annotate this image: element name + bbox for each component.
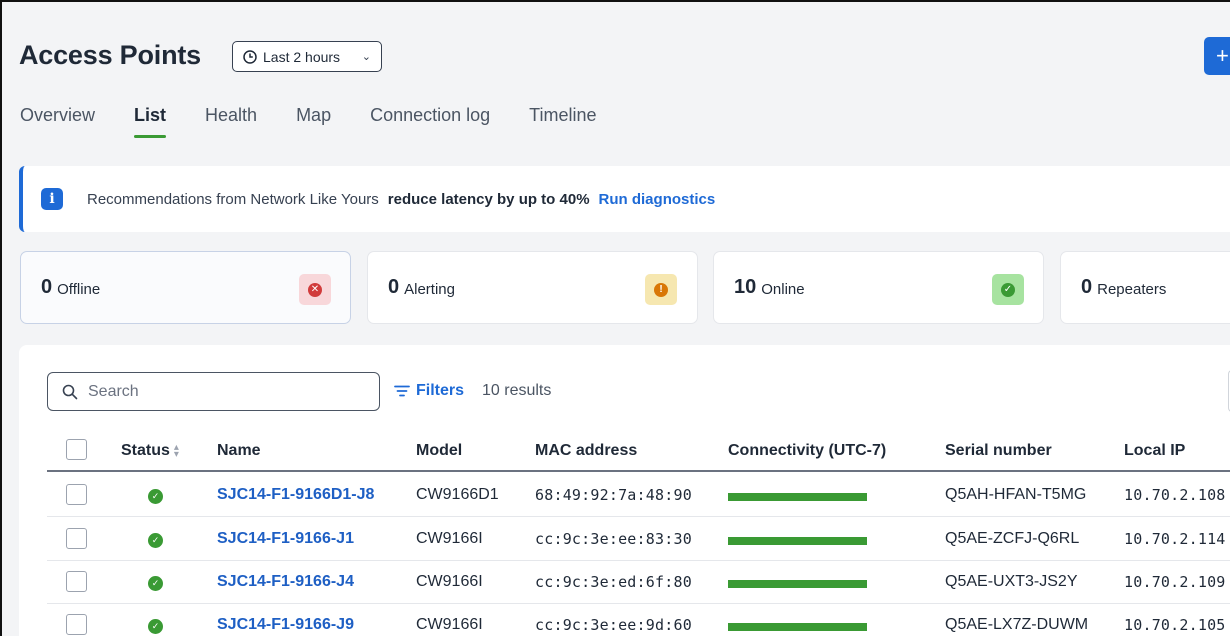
repeaters-count: 0 — [1081, 276, 1093, 298]
ip-cell: 10.70.2.105 — [1124, 616, 1226, 634]
table-header: Status ▴ ▾ Name Model MAC address Connecti… — [47, 430, 1230, 472]
tab-bar: Overview List Health Map Connection log … — [20, 105, 636, 138]
mac-cell: cc:9c:3e:ee:9d:60 — [535, 616, 692, 634]
alerting-label: Alerting — [404, 281, 455, 298]
column-name[interactable]: Name — [217, 442, 261, 460]
mac-cell: 68:49:92:7a:48:90 — [535, 486, 692, 504]
column-status[interactable]: Status ▴ ▾ — [121, 442, 179, 460]
connectivity-bar — [728, 580, 867, 588]
ip-cell: 10.70.2.114 — [1124, 530, 1226, 548]
page-title: Access Points — [19, 40, 201, 70]
row-checkbox[interactable] — [66, 614, 87, 635]
clock-icon — [243, 49, 257, 64]
check-icon: ✓ — [1001, 282, 1015, 297]
sort-icon[interactable]: ▴ ▾ — [174, 442, 179, 459]
mac-cell: cc:9c:3e:ed:6f:80 — [535, 573, 692, 591]
select-all-checkbox[interactable] — [66, 439, 87, 460]
ap-name-link[interactable]: SJC14-F1-9166-J4 — [217, 573, 354, 591]
ap-name-link[interactable]: SJC14-F1-9166-J1 — [217, 530, 354, 548]
row-checkbox[interactable] — [66, 484, 87, 505]
online-badge: ✓ — [992, 274, 1024, 305]
table-row[interactable]: ✓ SJC14-F1-9166D1-J8 CW9166D1 68:49:92:7… — [47, 473, 1230, 517]
column-connectivity[interactable]: Connectivity (UTC-7) — [728, 442, 886, 460]
connectivity-bar — [728, 623, 867, 631]
serial-cell: Q5AE-ZCFJ-Q6RL — [945, 530, 1080, 547]
repeaters-card[interactable]: 0 Repeaters — [1060, 251, 1230, 324]
column-mac[interactable]: MAC address — [535, 442, 637, 460]
ip-cell: 10.70.2.109 — [1124, 573, 1226, 591]
serial-cell: Q5AE-UXT3-JS2Y — [945, 573, 1078, 590]
model-cell: CW9166I — [416, 616, 483, 633]
online-status-icon: ✓ — [148, 489, 163, 504]
model-cell: CW9166I — [416, 573, 483, 590]
tab-list[interactable]: List — [134, 105, 167, 138]
run-diagnostics-link[interactable]: Run diagnostics — [599, 191, 716, 208]
app-window: Access Points Last 2 hours ⌄ + Overview … — [0, 0, 1230, 636]
ip-cell: 10.70.2.108 — [1124, 486, 1226, 504]
tab-connection-log[interactable]: Connection log — [370, 105, 490, 137]
column-local-ip[interactable]: Local IP — [1124, 442, 1185, 460]
banner-text: Recommendations from Network Like Yours — [87, 190, 379, 208]
serial-cell: Q5AH-HFAN-T5MG — [945, 486, 1087, 503]
connectivity-bar — [728, 493, 867, 501]
filter-icon — [394, 385, 410, 397]
row-checkbox[interactable] — [66, 528, 87, 549]
table-row[interactable]: ✓ SJC14-F1-9166-J4 CW9166I cc:9c:3e:ed:6… — [47, 560, 1230, 604]
ap-name-link[interactable]: SJC14-F1-9166D1-J8 — [217, 486, 374, 504]
filters-button[interactable]: Filters — [394, 382, 464, 400]
offline-badge: ✕ — [299, 274, 331, 305]
tab-health[interactable]: Health — [205, 105, 257, 137]
search-input[interactable] — [88, 382, 348, 401]
tab-map[interactable]: Map — [296, 105, 331, 137]
online-status-icon: ✓ — [148, 533, 163, 548]
alerting-count: 0 — [388, 276, 400, 298]
online-status-icon: ✓ — [148, 576, 163, 591]
serial-cell: Q5AE-LX7Z-DUWM — [945, 616, 1089, 633]
search-box[interactable] — [47, 372, 380, 411]
offline-count: 0 — [41, 276, 53, 298]
table-row[interactable]: ✓ SJC14-F1-9166-J1 CW9166I cc:9c:3e:ee:8… — [47, 517, 1230, 561]
filters-label: Filters — [416, 382, 465, 399]
table-row[interactable]: ✓ SJC14-F1-9166-J9 CW9166I cc:9c:3e:ee:9… — [47, 603, 1230, 636]
repeaters-label: Repeaters — [1097, 281, 1167, 298]
model-cell: CW9166D1 — [416, 486, 499, 503]
time-range-select[interactable]: Last 2 hours ⌄ — [232, 41, 382, 72]
tab-timeline[interactable]: Timeline — [529, 105, 596, 137]
online-status-icon: ✓ — [148, 619, 163, 634]
row-checkbox[interactable] — [66, 571, 87, 592]
time-range-label: Last 2 hours — [263, 48, 341, 65]
alerting-card[interactable]: 0 Alerting ! — [367, 251, 698, 324]
offline-label: Offline — [57, 281, 101, 298]
alerting-badge: ! — [645, 274, 677, 305]
online-card[interactable]: 10 Online ✓ — [713, 251, 1044, 324]
column-model[interactable]: Model — [416, 442, 462, 460]
chevron-down-icon: ⌄ — [361, 51, 371, 63]
tab-overview[interactable]: Overview — [20, 105, 95, 137]
results-count: 10 results — [482, 382, 552, 399]
banner-highlight: reduce latency by up to 40% — [387, 190, 590, 208]
offline-card[interactable]: 0 Offline ✕ — [20, 251, 351, 324]
online-label: Online — [761, 281, 805, 298]
warning-icon: ! — [654, 282, 668, 297]
add-button[interactable]: + — [1204, 37, 1230, 75]
search-icon — [62, 384, 78, 399]
ap-name-link[interactable]: SJC14-F1-9166-J9 — [217, 616, 354, 634]
column-serial[interactable]: Serial number — [945, 442, 1052, 460]
model-cell: CW9166I — [416, 530, 483, 547]
column-status-label: Status — [121, 442, 170, 459]
mac-cell: cc:9c:3e:ee:83:30 — [535, 530, 692, 548]
online-count: 10 — [734, 276, 757, 298]
error-icon: ✕ — [308, 282, 322, 297]
info-icon: i — [41, 188, 63, 210]
connectivity-bar — [728, 537, 867, 545]
recommendation-banner: i Recommendations from Network Like Your… — [19, 166, 1230, 232]
